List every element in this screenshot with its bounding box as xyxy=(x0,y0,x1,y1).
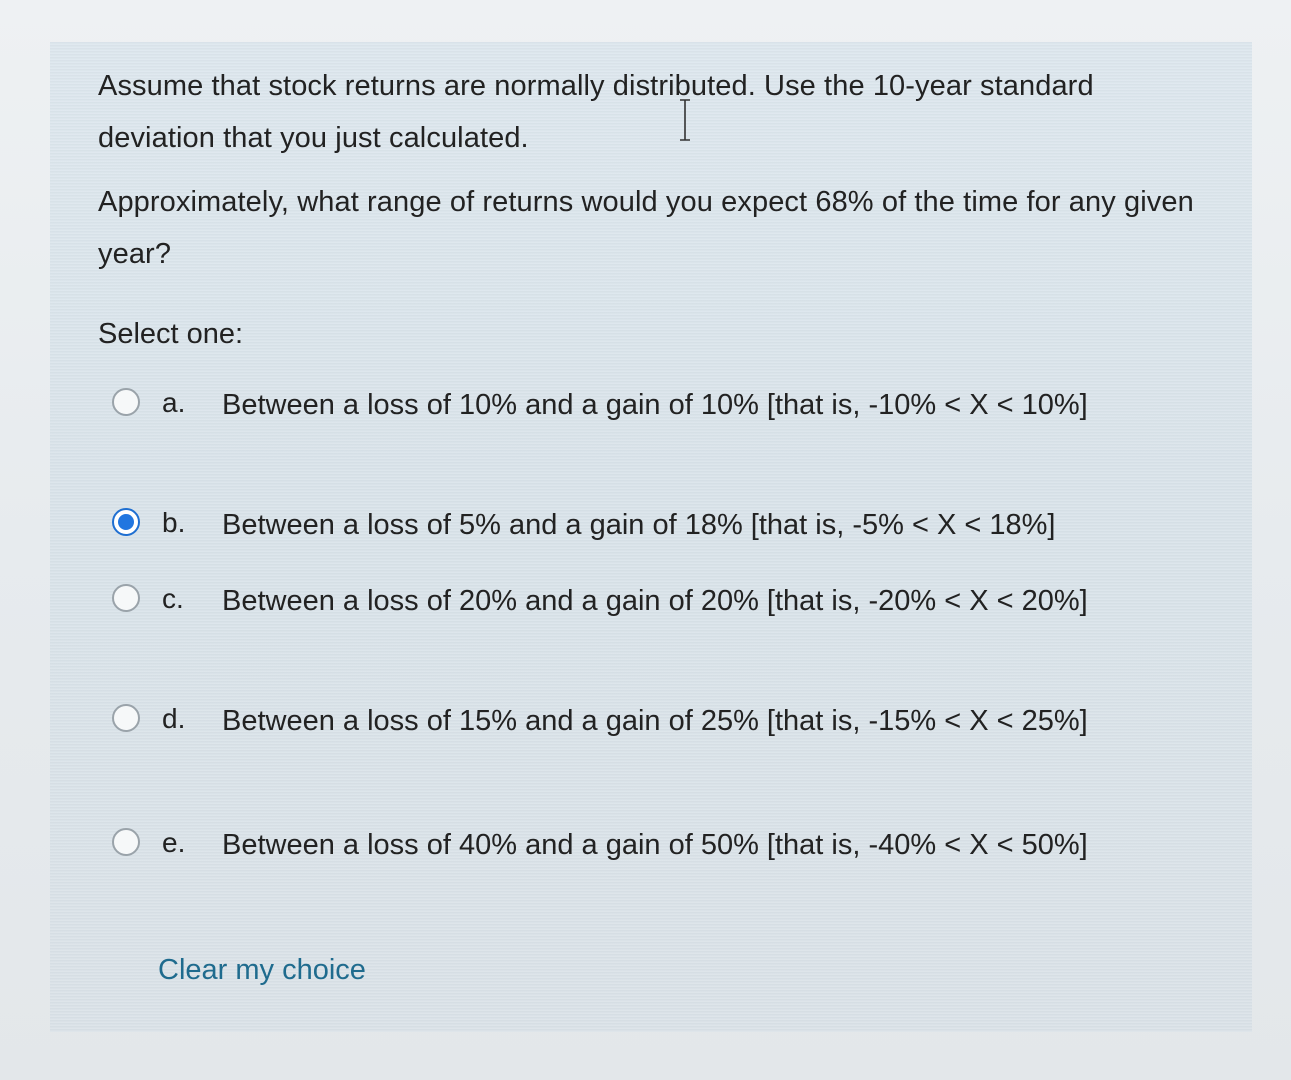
option-letter: a. xyxy=(162,387,186,418)
radio-b[interactable] xyxy=(112,508,140,536)
option-label: Between a loss of 5% and a gain of 18% [… xyxy=(222,509,1056,541)
option-label: Between a loss of 40% and a gain of 50% … xyxy=(222,829,1088,861)
option-e[interactable]: e. Between a loss of 40% and a gain of 5… xyxy=(112,822,1192,868)
option-b[interactable]: b. Between a loss of 5% and a gain of 18… xyxy=(112,502,1192,548)
option-letter: d. xyxy=(162,703,186,734)
text-cursor-icon xyxy=(680,99,690,141)
option-letter: c. xyxy=(162,583,184,614)
question-prompt: Approximately, what range of returns wou… xyxy=(98,186,1194,270)
option-d[interactable]: d. Between a loss of 15% and a gain of 2… xyxy=(112,698,1192,744)
question-text: Assume that stock returns are normally d… xyxy=(98,70,1094,154)
option-a[interactable]: a. Between a loss of 10% and a gain of 1… xyxy=(112,382,1192,428)
question-panel: Assume that stock returns are normally d… xyxy=(50,42,1252,1032)
radio-d[interactable] xyxy=(112,704,140,732)
option-label: Between a loss of 10% and a gain of 10% … xyxy=(222,389,1088,421)
option-label: Between a loss of 20% and a gain of 20% … xyxy=(222,585,1088,617)
option-label: Between a loss of 15% and a gain of 25% … xyxy=(222,705,1088,737)
radio-c[interactable] xyxy=(112,584,140,612)
clear-choice-link[interactable]: Clear my choice xyxy=(158,954,366,987)
select-one-label: Select one: xyxy=(98,318,244,350)
radio-a[interactable] xyxy=(112,388,140,416)
option-letter: e. xyxy=(162,827,186,858)
option-c[interactable]: c. Between a loss of 20% and a gain of 2… xyxy=(112,578,1192,624)
option-letter: b. xyxy=(162,507,186,538)
radio-e[interactable] xyxy=(112,828,140,856)
